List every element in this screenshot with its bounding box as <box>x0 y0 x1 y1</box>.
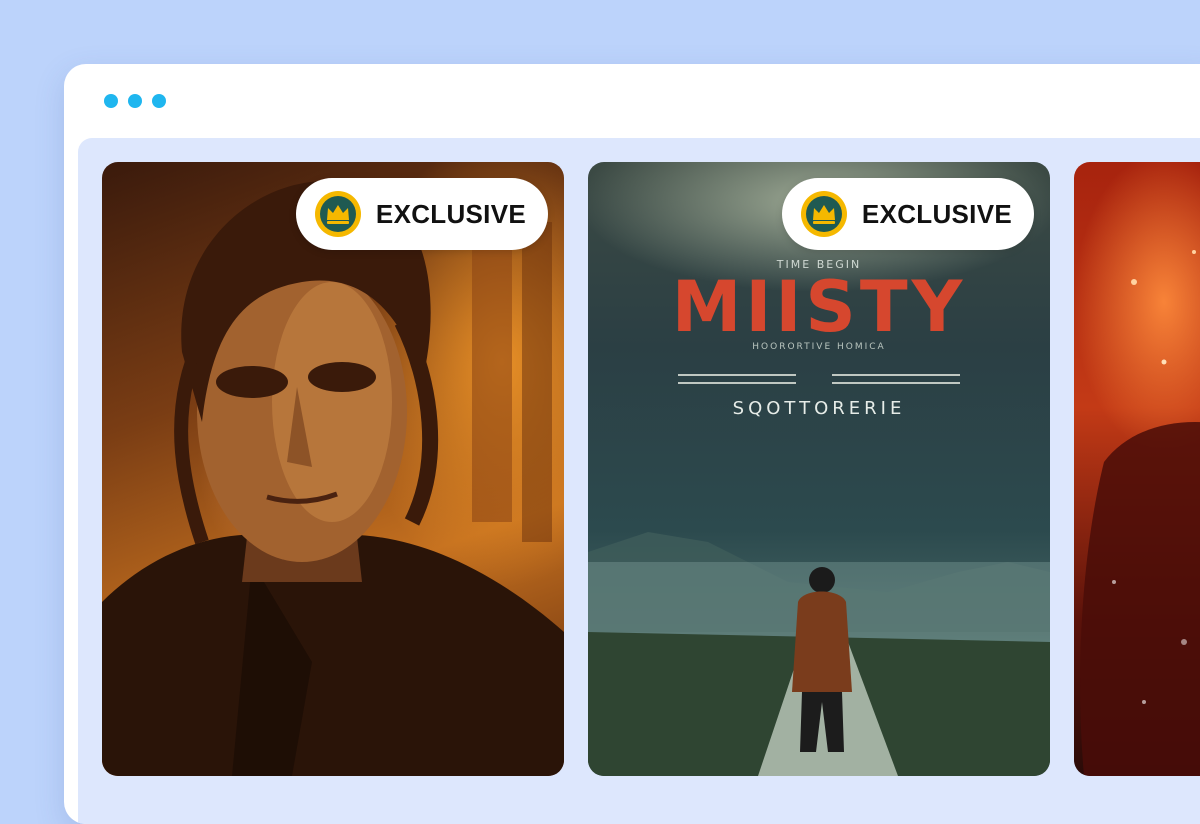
crown-icon <box>800 191 847 237</box>
fiery-poster-image <box>1074 162 1200 776</box>
badge-label: EXCLUSIVE <box>375 198 526 229</box>
exclusive-badge: EXCLUSIVE <box>295 178 548 250</box>
credit-line <box>832 374 960 384</box>
portrait-illustration <box>102 181 564 776</box>
portrait-poster-image <box>102 162 564 776</box>
poster-card-2[interactable]: TIME BEGIN MIISTY HOORORTIVE HOMICA SQOT… <box>588 162 1050 776</box>
poster-title: MIISTY <box>671 266 967 348</box>
poster-carousel: EXCLUSIVE TIME BEGIN MIISTY HOORORTIVE H… <box>78 138 1200 824</box>
browser-window: EXCLUSIVE TIME BEGIN MIISTY HOORORTIVE H… <box>64 64 1200 824</box>
window-dot-icon[interactable] <box>128 94 142 108</box>
credit-line <box>678 374 796 384</box>
misty-poster-image <box>588 162 1050 776</box>
poster-credits <box>678 374 960 384</box>
exclusive-badge: EXCLUSIVE <box>781 178 1034 250</box>
crown-icon <box>314 191 361 237</box>
poster-card-1[interactable]: EXCLUSIVE <box>102 162 564 776</box>
window-dot-icon[interactable] <box>104 94 118 108</box>
window-dot-icon[interactable] <box>152 94 166 108</box>
badge-label: EXCLUSIVE <box>861 198 1012 229</box>
poster-tagline: HOORORTIVE HOMICA <box>752 342 886 352</box>
poster-card-3[interactable] <box>1074 162 1200 776</box>
poster-subtitle: SQOTTORERIE <box>732 398 906 419</box>
window-controls <box>104 94 166 108</box>
misty-landscape <box>588 532 1050 776</box>
fiery-illustration <box>1080 250 1200 776</box>
